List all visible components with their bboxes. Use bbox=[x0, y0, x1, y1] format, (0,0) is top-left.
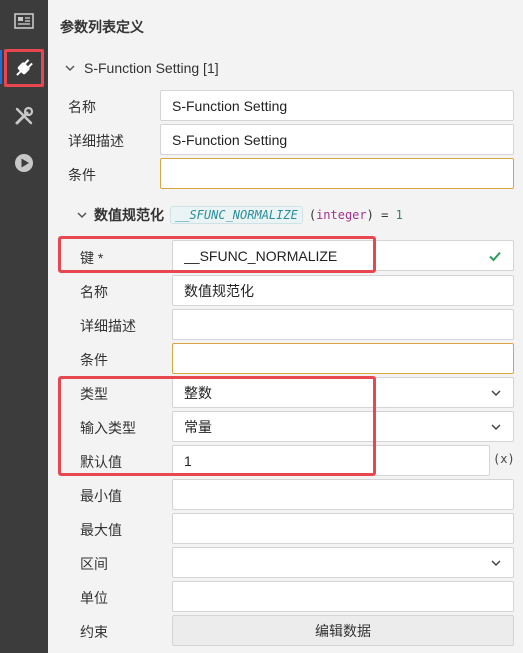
param-description-input[interactable] bbox=[172, 309, 514, 340]
key-label: 键 * bbox=[80, 250, 104, 266]
unit-label: 单位 bbox=[80, 590, 108, 606]
parameter-panel: 参数列表定义 S-Function Setting [1] 名称 S-Funct… bbox=[48, 0, 523, 653]
chevron-down-icon bbox=[77, 212, 87, 219]
group-title: S-Function Setting [1] bbox=[84, 60, 219, 76]
condition-input[interactable] bbox=[160, 158, 514, 189]
description-input[interactable]: S-Function Setting bbox=[160, 124, 514, 155]
run-icon[interactable] bbox=[4, 144, 44, 182]
constraint-label: 约束 bbox=[80, 624, 108, 640]
key-input[interactable]: __SFUNC_NORMALIZE bbox=[172, 240, 514, 271]
expression-toggle-button[interactable]: (x) bbox=[493, 452, 515, 466]
default-label: 默认值 bbox=[80, 454, 122, 470]
param-condition-label: 条件 bbox=[80, 352, 108, 368]
min-input[interactable] bbox=[172, 479, 514, 510]
edit-data-button[interactable]: 编辑数据 bbox=[172, 615, 514, 646]
chevron-down-icon bbox=[65, 65, 75, 72]
panel-title: 参数列表定义 bbox=[60, 19, 144, 35]
range-label: 区间 bbox=[80, 556, 108, 572]
name-label: 名称 bbox=[68, 99, 96, 115]
chevron-down-icon bbox=[491, 423, 501, 430]
chevron-down-icon bbox=[491, 559, 501, 566]
min-label: 最小值 bbox=[80, 488, 122, 504]
chevron-down-icon bbox=[491, 389, 501, 396]
active-indicator bbox=[0, 50, 2, 84]
valid-check-icon bbox=[489, 251, 501, 261]
input-type-label: 输入类型 bbox=[80, 420, 136, 436]
range-select[interactable] bbox=[172, 547, 514, 578]
parameter-header[interactable]: 数值规范化 __SFUNC_NORMALIZE (integer) = 1 bbox=[76, 205, 403, 225]
default-input[interactable]: 1 bbox=[172, 445, 490, 476]
param-name-label: 名称 bbox=[80, 284, 108, 300]
max-label: 最大值 bbox=[80, 522, 122, 538]
group-header[interactable]: S-Function Setting [1] bbox=[64, 60, 219, 76]
tools-icon[interactable] bbox=[4, 97, 44, 135]
param-name-input[interactable]: 数值规范化 bbox=[172, 275, 514, 306]
condition-label: 条件 bbox=[68, 167, 96, 183]
parameter-title: 数值规范化 bbox=[94, 207, 164, 223]
description-label: 详细描述 bbox=[68, 133, 124, 149]
param-description-label: 详细描述 bbox=[80, 318, 136, 334]
param-condition-input[interactable] bbox=[172, 343, 514, 374]
plugin-icon[interactable] bbox=[4, 49, 44, 87]
unit-input[interactable] bbox=[172, 581, 514, 612]
type-label: 类型 bbox=[80, 386, 108, 402]
max-input[interactable] bbox=[172, 513, 514, 544]
activity-bar bbox=[0, 0, 48, 653]
preview-icon[interactable] bbox=[4, 2, 44, 40]
parameter-key-tag: __SFUNC_NORMALIZE bbox=[170, 206, 303, 224]
parameter-type-summary: (integer) = 1 bbox=[308, 208, 403, 222]
name-input[interactable]: S-Function Setting bbox=[160, 90, 514, 121]
type-select[interactable]: 整数 bbox=[172, 377, 514, 408]
input-type-select[interactable]: 常量 bbox=[172, 411, 514, 442]
